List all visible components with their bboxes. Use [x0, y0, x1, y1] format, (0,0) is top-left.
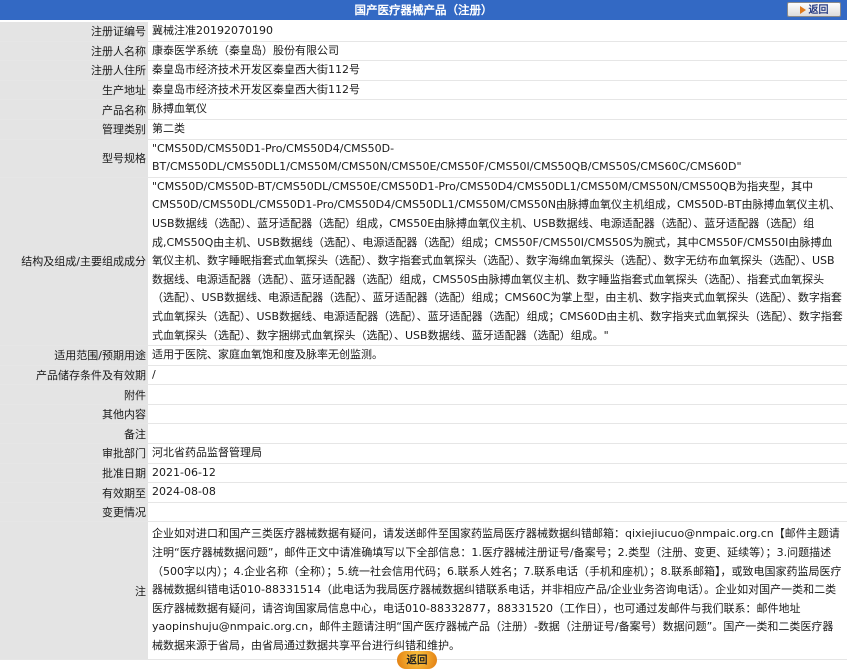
- page-title: 国产医疗器械产品（注册）: [354, 3, 493, 17]
- back-button-top-label: 返回: [808, 5, 829, 16]
- table-row: 型号规格 "CMS50D/CMS50D1-Pro/CMS50D4/CMS50D-…: [0, 139, 847, 178]
- row-label: 批准日期: [0, 463, 148, 484]
- row-value: 秦皇岛市经济技术开发区秦皇西大街112号: [148, 60, 847, 81]
- table-row: 注册人名称 康泰医学系统（秦皇岛）股份有限公司: [0, 41, 847, 62]
- table-row: 注册证编号 冀械注准20192070190: [0, 22, 847, 42]
- row-label: 有效期至: [0, 482, 148, 503]
- row-label: 注册人名称: [0, 41, 148, 62]
- back-button-top[interactable]: 返回: [787, 2, 841, 17]
- row-value: "CMS50D/CMS50D1-Pro/CMS50D4/CMS50D-BT/CM…: [148, 139, 847, 178]
- table-row: 产品名称 脉搏血氧仪: [0, 99, 847, 120]
- table-row: 有效期至 2024-08-08: [0, 482, 847, 503]
- row-label: 备注: [0, 423, 148, 445]
- row-value: 第二类: [148, 119, 847, 140]
- table-row: 适用范围/预期用途 适用于医院、家庭血氧饱和度及脉率无创监测。: [0, 345, 847, 366]
- table-row: 变更情况: [0, 502, 847, 523]
- note-label: 注: [0, 521, 148, 660]
- back-button-bottom[interactable]: 返回: [397, 651, 437, 669]
- table-row: 结构及组成/主要组成成分 "CMS50D/CMS50D-BT/CMS50DL/C…: [0, 177, 847, 347]
- row-value: 脉搏血氧仪: [148, 99, 847, 120]
- note-text: 企业如对进口和国产三类医疗器械数据有疑问，请发送邮件至国家药监局医疗器械数据纠错…: [148, 521, 847, 660]
- row-label: 变更情况: [0, 502, 148, 523]
- table-row: 备注: [0, 423, 847, 445]
- row-label: 产品储存条件及有效期: [0, 365, 148, 386]
- table-row: 批准日期 2021-06-12: [0, 463, 847, 484]
- row-value: 河北省药品监督管理局: [148, 443, 847, 464]
- row-label: 型号规格: [0, 139, 148, 178]
- table-row: 其他内容: [0, 404, 847, 425]
- row-label: 管理类别: [0, 119, 148, 140]
- row-value: [148, 384, 847, 405]
- row-label: 生产地址: [0, 80, 148, 101]
- back-button-bottom-label: 返回: [406, 654, 428, 666]
- row-value: 冀械注准20192070190: [148, 22, 847, 42]
- row-label: 结构及组成/主要组成成分: [0, 177, 148, 347]
- table-row: 生产地址 秦皇岛市经济技术开发区秦皇西大街112号: [0, 80, 847, 101]
- table-row: 审批部门 河北省药品监督管理局: [0, 443, 847, 464]
- row-value: 康泰医学系统（秦皇岛）股份有限公司: [148, 41, 847, 62]
- table-row: 附件: [0, 384, 847, 405]
- row-label: 附件: [0, 384, 148, 405]
- info-table: 注册证编号 冀械注准20192070190 注册人名称 康泰医学系统（秦皇岛）股…: [0, 22, 847, 660]
- table-row: 产品储存条件及有效期 /: [0, 365, 847, 386]
- row-value: 秦皇岛市经济技术开发区秦皇西大街112号: [148, 80, 847, 101]
- row-value: [148, 502, 847, 523]
- arrow-right-icon: [799, 6, 806, 14]
- note-row: 注 企业如对进口和国产三类医疗器械数据有疑问，请发送邮件至国家药监局医疗器械数据…: [0, 521, 847, 660]
- row-label: 审批部门: [0, 443, 148, 464]
- table-row: 注册人住所 秦皇岛市经济技术开发区秦皇西大街112号: [0, 60, 847, 81]
- row-label: 注册证编号: [0, 22, 148, 42]
- row-label: 适用范围/预期用途: [0, 345, 148, 366]
- row-value: 2024-08-08: [148, 482, 847, 503]
- row-value: 适用于医院、家庭血氧饱和度及脉率无创监测。: [148, 345, 847, 366]
- row-label: 产品名称: [0, 99, 148, 120]
- row-label: 注册人住所: [0, 60, 148, 81]
- row-value: "CMS50D/CMS50D-BT/CMS50DL/CMS50E/CMS50D1…: [148, 177, 847, 347]
- page: 国产医疗器械产品（注册） 返回 注册证编号 冀械注准20192070190 注册…: [0, 0, 847, 670]
- row-value: [148, 404, 847, 425]
- row-label: 其他内容: [0, 404, 148, 425]
- table-row: 管理类别 第二类: [0, 119, 847, 140]
- row-value: [148, 423, 847, 445]
- header-bar: 国产医疗器械产品（注册） 返回: [0, 0, 847, 20]
- row-value: /: [148, 365, 847, 386]
- row-value: 2021-06-12: [148, 463, 847, 484]
